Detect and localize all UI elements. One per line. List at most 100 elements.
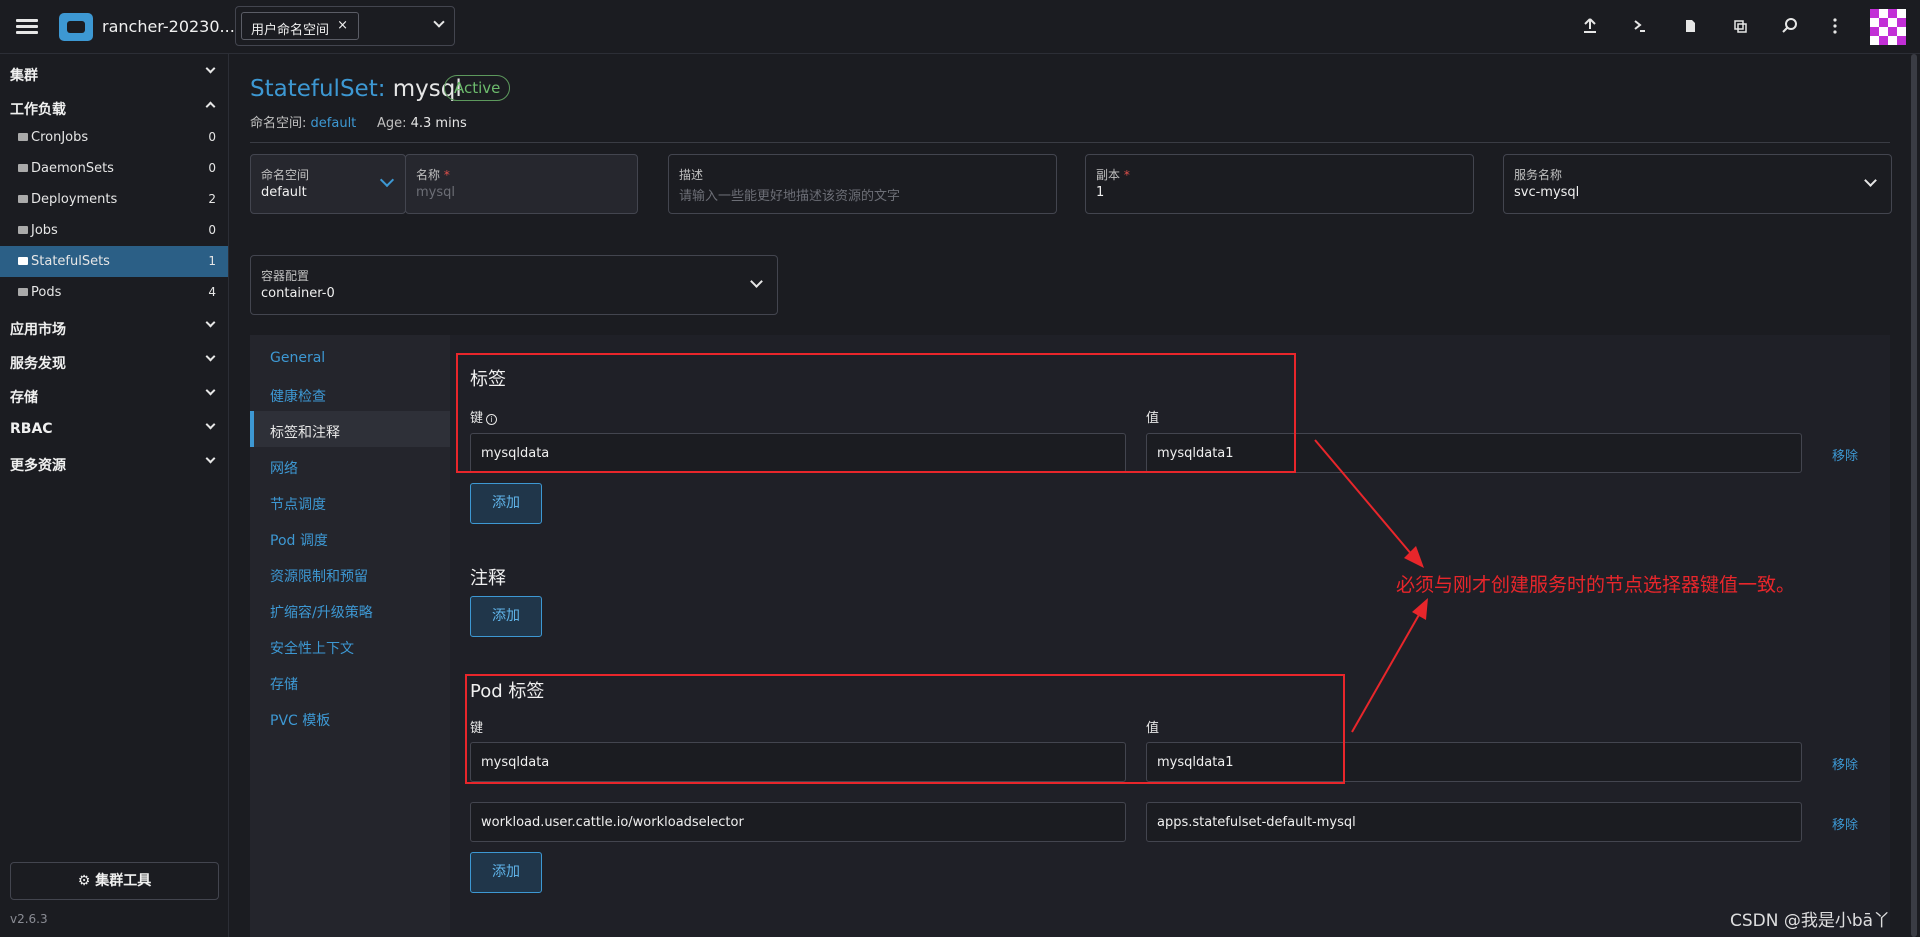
pod-label-key-input[interactable]: workload.user.cattle.io/workloadselector (470, 802, 1126, 842)
top-bar: rancher-20230... 用户命名空间 × (0, 0, 1920, 54)
sidebar-group-label: 工作负载 (10, 102, 66, 118)
status-badge: Active (444, 75, 511, 101)
sidebar-item-deployments[interactable]: Deployments 2 (0, 184, 228, 215)
add-label-button[interactable]: 添加 (470, 483, 542, 524)
replicas-field-label: 副本 * (1096, 166, 1130, 183)
watermark: CSDN @我是小bā丫 (1730, 911, 1891, 931)
chevron-down-icon (750, 275, 763, 288)
search-icon[interactable] (1780, 17, 1800, 37)
description-field[interactable]: 描述 请输入一些能更好地描述该资源的文字 (668, 154, 1057, 214)
sidebar-group-storage[interactable]: 存储 (0, 376, 228, 410)
menu-icon[interactable] (16, 16, 38, 38)
resource-meta: 命名空间: default Age: 4.3 mins (250, 112, 467, 131)
namespace-field-label: 命名空间 (261, 168, 310, 182)
cluster-tools-button[interactable]: ⚙ 集群工具 (10, 862, 219, 900)
namespace-filter[interactable]: 用户命名空间 × (235, 6, 455, 46)
tab-resources[interactable]: 资源限制和预留 (250, 555, 450, 591)
folder-icon (18, 226, 28, 234)
file-icon[interactable] (1680, 17, 1700, 37)
pod-label-remove-button[interactable]: 移除 (1832, 814, 1858, 833)
name-field[interactable]: 名称 * mysql (405, 154, 638, 214)
tab-general[interactable]: General (250, 339, 450, 375)
chevron-down-icon[interactable] (433, 16, 445, 28)
add-pod-label-button[interactable]: 添加 (470, 852, 542, 893)
container-field-value: container-0 (261, 286, 335, 301)
version-label: v2.6.3 (10, 912, 48, 926)
required-mark: * (1123, 168, 1130, 182)
tab-security-context[interactable]: 安全性上下文 (250, 627, 450, 663)
name-label-text: 名称 (416, 168, 441, 182)
pod-label-value-input[interactable]: apps.statefulset-default-mysql (1146, 802, 1802, 842)
tab-pod-scheduling[interactable]: Pod 调度 (250, 519, 450, 555)
sidebar-item-count: 0 (208, 130, 216, 144)
annotation-note: 必须与刚才创建服务时的节点选择器键值一致。 (1396, 574, 1796, 596)
namespace-link[interactable]: default (311, 116, 357, 131)
upload-icon[interactable] (1580, 17, 1600, 37)
sidebar-group-workloads[interactable]: 工作负载 (0, 88, 228, 122)
description-field-placeholder: 请输入一些能更好地描述该资源的文字 (679, 189, 901, 204)
age-label: Age: (376, 116, 407, 131)
container-select[interactable]: 容器配置 container-0 (250, 255, 778, 315)
sidebar-item-label: Jobs (31, 223, 58, 238)
resource-kind[interactable]: StatefulSet: (250, 76, 385, 102)
sidebar-group-rbac[interactable]: RBAC (0, 410, 228, 444)
sidebar-group-cluster[interactable]: 集群 (0, 54, 228, 88)
namespace-meta-label: 命名空间: (250, 116, 307, 131)
tab-network[interactable]: 网络 (250, 447, 450, 483)
sidebar-item-cronjobs[interactable]: CronJobs 0 (0, 122, 228, 153)
tab-scaling[interactable]: 扩缩容/升级策略 (250, 591, 450, 627)
sidebar-item-pods[interactable]: Pods 4 (0, 277, 228, 308)
namespace-chip-label: 用户命名空间 (251, 23, 330, 38)
label-remove-button[interactable]: 移除 (1832, 445, 1858, 464)
sidebar-item-count: 2 (208, 192, 216, 206)
tab-health-check[interactable]: 健康检查 (250, 375, 450, 411)
tab-storage[interactable]: 存储 (250, 663, 450, 699)
chevron-down-icon (205, 453, 216, 464)
pod-label-remove-button[interactable]: 移除 (1832, 754, 1858, 773)
sidebar-item-daemonsets[interactable]: DaemonSets 0 (0, 153, 228, 184)
tab-pvc-templates[interactable]: PVC 模板 (250, 699, 450, 735)
cluster-name[interactable]: rancher-20230... (102, 17, 235, 36)
more-vertical-icon[interactable] (1825, 17, 1845, 37)
page-scrollbar[interactable] (1908, 54, 1920, 937)
chevron-down-icon (205, 419, 216, 430)
chevron-down-icon (205, 63, 216, 74)
sidebar-item-label: CronJobs (31, 130, 89, 145)
name-field-label: 名称 * (416, 166, 450, 183)
sidebar-group-service-discovery[interactable]: 服务发现 (0, 342, 228, 376)
avatar[interactable] (1870, 9, 1906, 45)
shell-icon[interactable] (1630, 17, 1650, 37)
replicas-field[interactable]: 副本 * 1 (1085, 154, 1474, 214)
sidebar-item-count: 1 (208, 254, 216, 268)
namespace-chip: 用户命名空间 × (241, 12, 359, 40)
sidebar-group-more-resources[interactable]: 更多资源 (0, 444, 228, 478)
tab-labels-annotations[interactable]: 标签和注释 (250, 411, 450, 447)
chevron-down-icon (205, 385, 216, 396)
description-field-label: 描述 (679, 168, 704, 182)
copy-icon[interactable] (1730, 17, 1750, 37)
sidebar-item-statefulsets[interactable]: StatefulSets 1 (0, 246, 228, 277)
folder-icon (18, 257, 28, 265)
namespace-select[interactable]: 命名空间 default (250, 154, 406, 214)
sidebar-group-apps[interactable]: 应用市场 (0, 308, 228, 342)
sidebar-item-label: StatefulSets (31, 254, 110, 269)
close-icon[interactable]: × (337, 18, 348, 33)
sidebar-item-label: Deployments (31, 192, 118, 207)
sidebar-item-count: 4 (208, 285, 216, 299)
sidebar-item-count: 0 (208, 223, 216, 237)
sidebar-item-jobs[interactable]: Jobs 0 (0, 215, 228, 246)
age-value: 4.3 mins (410, 116, 467, 131)
tab-node-scheduling[interactable]: 节点调度 (250, 483, 450, 519)
folder-icon (18, 195, 28, 203)
add-annotation-button[interactable]: 添加 (470, 596, 542, 637)
sidebar-group-label: 更多资源 (10, 458, 66, 474)
service-name-select[interactable]: 服务名称 svc-mysql (1503, 154, 1892, 214)
rancher-logo-icon[interactable] (59, 13, 93, 41)
chevron-down-icon (1864, 174, 1877, 187)
sidebar-item-label: Pods (31, 285, 62, 300)
namespace-field-value: default (261, 185, 307, 200)
config-tabs: General 健康检查 标签和注释 网络 节点调度 Pod 调度 资源限制和预… (250, 335, 450, 937)
sidebar-group-label: 应用市场 (10, 322, 66, 338)
chevron-down-icon (205, 317, 216, 328)
container-field-label: 容器配置 (261, 269, 310, 283)
